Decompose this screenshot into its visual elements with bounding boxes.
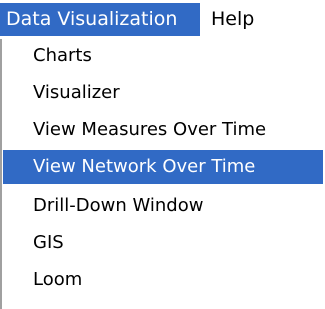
menu-data-visualization[interactable]: Data Visualization bbox=[0, 3, 200, 36]
menu-bar: Data Visualization Help bbox=[0, 0, 325, 39]
menu-item-drill-down-window[interactable]: Drill-Down Window bbox=[3, 189, 323, 223]
menu-help[interactable]: Help bbox=[200, 3, 270, 36]
menu-item-view-measures-over-time[interactable]: View Measures Over Time bbox=[3, 113, 323, 147]
menu-item-charts[interactable]: Charts bbox=[3, 39, 323, 73]
data-visualization-dropdown: Charts Visualizer View Measures Over Tim… bbox=[0, 39, 325, 309]
dropdown-left-border bbox=[0, 39, 2, 309]
menu-item-visualizer[interactable]: Visualizer bbox=[3, 76, 323, 110]
menu-item-gis[interactable]: GIS bbox=[3, 226, 323, 260]
menu-item-loom[interactable]: Loom bbox=[3, 263, 323, 297]
menu-item-view-network-over-time[interactable]: View Network Over Time bbox=[3, 150, 323, 184]
